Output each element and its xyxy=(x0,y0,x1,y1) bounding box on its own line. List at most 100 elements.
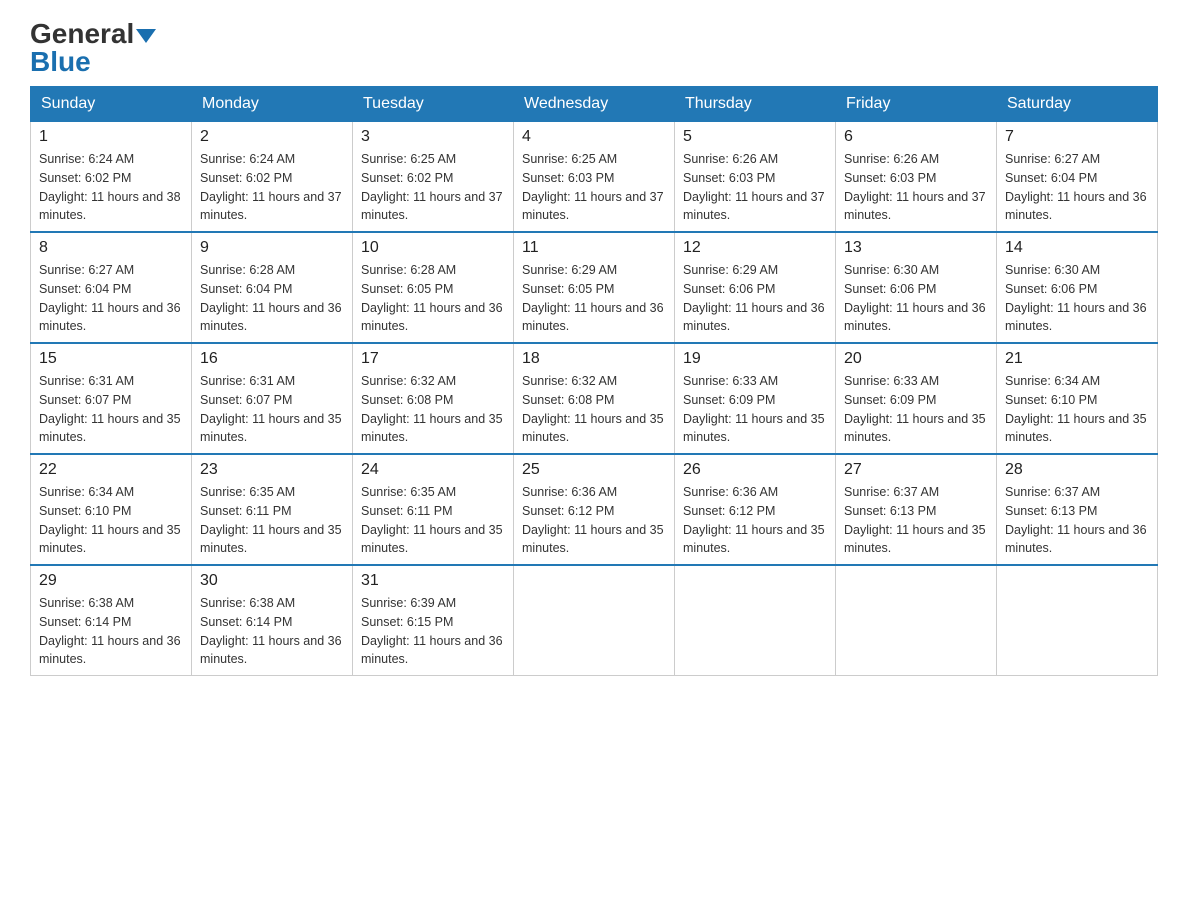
day-info: Sunrise: 6:27 AMSunset: 6:04 PMDaylight:… xyxy=(1005,150,1149,225)
calendar-cell: 28 Sunrise: 6:37 AMSunset: 6:13 PMDaylig… xyxy=(997,454,1158,565)
day-info: Sunrise: 6:38 AMSunset: 6:14 PMDaylight:… xyxy=(200,594,344,669)
day-info: Sunrise: 6:33 AMSunset: 6:09 PMDaylight:… xyxy=(844,372,988,447)
page-header: General Blue xyxy=(30,20,1158,76)
col-header-monday: Monday xyxy=(192,87,353,122)
day-info: Sunrise: 6:27 AMSunset: 6:04 PMDaylight:… xyxy=(39,261,183,336)
day-number: 8 xyxy=(39,239,183,257)
day-number: 7 xyxy=(1005,128,1149,146)
logo-general: General xyxy=(30,20,156,48)
calendar-cell: 26 Sunrise: 6:36 AMSunset: 6:12 PMDaylig… xyxy=(675,454,836,565)
logo-blue: Blue xyxy=(30,48,91,76)
calendar-cell: 24 Sunrise: 6:35 AMSunset: 6:11 PMDaylig… xyxy=(353,454,514,565)
calendar-cell: 15 Sunrise: 6:31 AMSunset: 6:07 PMDaylig… xyxy=(31,343,192,454)
day-number: 11 xyxy=(522,239,666,257)
day-number: 21 xyxy=(1005,350,1149,368)
day-info: Sunrise: 6:31 AMSunset: 6:07 PMDaylight:… xyxy=(39,372,183,447)
day-info: Sunrise: 6:33 AMSunset: 6:09 PMDaylight:… xyxy=(683,372,827,447)
header-row: SundayMondayTuesdayWednesdayThursdayFrid… xyxy=(31,87,1158,122)
calendar-cell: 8 Sunrise: 6:27 AMSunset: 6:04 PMDayligh… xyxy=(31,232,192,343)
day-number: 18 xyxy=(522,350,666,368)
col-header-saturday: Saturday xyxy=(997,87,1158,122)
day-number: 20 xyxy=(844,350,988,368)
day-number: 6 xyxy=(844,128,988,146)
day-info: Sunrise: 6:37 AMSunset: 6:13 PMDaylight:… xyxy=(844,483,988,558)
calendar-cell xyxy=(836,565,997,676)
calendar-cell xyxy=(514,565,675,676)
day-number: 14 xyxy=(1005,239,1149,257)
day-number: 23 xyxy=(200,461,344,479)
day-number: 1 xyxy=(39,128,183,146)
week-row-1: 1 Sunrise: 6:24 AMSunset: 6:02 PMDayligh… xyxy=(31,122,1158,233)
calendar-cell: 30 Sunrise: 6:38 AMSunset: 6:14 PMDaylig… xyxy=(192,565,353,676)
calendar-cell: 19 Sunrise: 6:33 AMSunset: 6:09 PMDaylig… xyxy=(675,343,836,454)
day-number: 17 xyxy=(361,350,505,368)
col-header-friday: Friday xyxy=(836,87,997,122)
col-header-wednesday: Wednesday xyxy=(514,87,675,122)
day-info: Sunrise: 6:39 AMSunset: 6:15 PMDaylight:… xyxy=(361,594,505,669)
calendar-cell: 17 Sunrise: 6:32 AMSunset: 6:08 PMDaylig… xyxy=(353,343,514,454)
day-info: Sunrise: 6:29 AMSunset: 6:06 PMDaylight:… xyxy=(683,261,827,336)
calendar-cell: 16 Sunrise: 6:31 AMSunset: 6:07 PMDaylig… xyxy=(192,343,353,454)
day-number: 2 xyxy=(200,128,344,146)
day-number: 25 xyxy=(522,461,666,479)
day-number: 19 xyxy=(683,350,827,368)
day-info: Sunrise: 6:30 AMSunset: 6:06 PMDaylight:… xyxy=(844,261,988,336)
day-number: 30 xyxy=(200,572,344,590)
day-info: Sunrise: 6:36 AMSunset: 6:12 PMDaylight:… xyxy=(683,483,827,558)
calendar-cell: 18 Sunrise: 6:32 AMSunset: 6:08 PMDaylig… xyxy=(514,343,675,454)
day-number: 31 xyxy=(361,572,505,590)
day-info: Sunrise: 6:29 AMSunset: 6:05 PMDaylight:… xyxy=(522,261,666,336)
day-number: 5 xyxy=(683,128,827,146)
calendar-cell: 3 Sunrise: 6:25 AMSunset: 6:02 PMDayligh… xyxy=(353,122,514,233)
calendar-cell: 1 Sunrise: 6:24 AMSunset: 6:02 PMDayligh… xyxy=(31,122,192,233)
day-info: Sunrise: 6:32 AMSunset: 6:08 PMDaylight:… xyxy=(361,372,505,447)
day-info: Sunrise: 6:25 AMSunset: 6:03 PMDaylight:… xyxy=(522,150,666,225)
day-number: 27 xyxy=(844,461,988,479)
calendar-cell: 13 Sunrise: 6:30 AMSunset: 6:06 PMDaylig… xyxy=(836,232,997,343)
col-header-thursday: Thursday xyxy=(675,87,836,122)
day-info: Sunrise: 6:28 AMSunset: 6:05 PMDaylight:… xyxy=(361,261,505,336)
calendar-cell xyxy=(997,565,1158,676)
calendar-cell: 20 Sunrise: 6:33 AMSunset: 6:09 PMDaylig… xyxy=(836,343,997,454)
calendar-cell: 21 Sunrise: 6:34 AMSunset: 6:10 PMDaylig… xyxy=(997,343,1158,454)
calendar-cell: 5 Sunrise: 6:26 AMSunset: 6:03 PMDayligh… xyxy=(675,122,836,233)
day-number: 16 xyxy=(200,350,344,368)
day-info: Sunrise: 6:37 AMSunset: 6:13 PMDaylight:… xyxy=(1005,483,1149,558)
day-number: 26 xyxy=(683,461,827,479)
col-header-sunday: Sunday xyxy=(31,87,192,122)
day-number: 13 xyxy=(844,239,988,257)
day-info: Sunrise: 6:24 AMSunset: 6:02 PMDaylight:… xyxy=(39,150,183,225)
day-number: 28 xyxy=(1005,461,1149,479)
calendar-cell: 2 Sunrise: 6:24 AMSunset: 6:02 PMDayligh… xyxy=(192,122,353,233)
week-row-5: 29 Sunrise: 6:38 AMSunset: 6:14 PMDaylig… xyxy=(31,565,1158,676)
day-info: Sunrise: 6:32 AMSunset: 6:08 PMDaylight:… xyxy=(522,372,666,447)
calendar-cell: 10 Sunrise: 6:28 AMSunset: 6:05 PMDaylig… xyxy=(353,232,514,343)
week-row-3: 15 Sunrise: 6:31 AMSunset: 6:07 PMDaylig… xyxy=(31,343,1158,454)
calendar-cell: 6 Sunrise: 6:26 AMSunset: 6:03 PMDayligh… xyxy=(836,122,997,233)
calendar-cell xyxy=(675,565,836,676)
calendar-cell: 11 Sunrise: 6:29 AMSunset: 6:05 PMDaylig… xyxy=(514,232,675,343)
day-number: 24 xyxy=(361,461,505,479)
col-header-tuesday: Tuesday xyxy=(353,87,514,122)
calendar-cell: 7 Sunrise: 6:27 AMSunset: 6:04 PMDayligh… xyxy=(997,122,1158,233)
calendar-cell: 25 Sunrise: 6:36 AMSunset: 6:12 PMDaylig… xyxy=(514,454,675,565)
day-number: 22 xyxy=(39,461,183,479)
day-number: 15 xyxy=(39,350,183,368)
day-info: Sunrise: 6:34 AMSunset: 6:10 PMDaylight:… xyxy=(39,483,183,558)
day-info: Sunrise: 6:38 AMSunset: 6:14 PMDaylight:… xyxy=(39,594,183,669)
day-number: 9 xyxy=(200,239,344,257)
calendar-cell: 29 Sunrise: 6:38 AMSunset: 6:14 PMDaylig… xyxy=(31,565,192,676)
week-row-2: 8 Sunrise: 6:27 AMSunset: 6:04 PMDayligh… xyxy=(31,232,1158,343)
day-info: Sunrise: 6:26 AMSunset: 6:03 PMDaylight:… xyxy=(844,150,988,225)
day-number: 4 xyxy=(522,128,666,146)
week-row-4: 22 Sunrise: 6:34 AMSunset: 6:10 PMDaylig… xyxy=(31,454,1158,565)
calendar-cell: 22 Sunrise: 6:34 AMSunset: 6:10 PMDaylig… xyxy=(31,454,192,565)
day-info: Sunrise: 6:26 AMSunset: 6:03 PMDaylight:… xyxy=(683,150,827,225)
day-info: Sunrise: 6:36 AMSunset: 6:12 PMDaylight:… xyxy=(522,483,666,558)
day-number: 12 xyxy=(683,239,827,257)
logo: General Blue xyxy=(30,20,156,76)
day-info: Sunrise: 6:25 AMSunset: 6:02 PMDaylight:… xyxy=(361,150,505,225)
day-info: Sunrise: 6:28 AMSunset: 6:04 PMDaylight:… xyxy=(200,261,344,336)
day-info: Sunrise: 6:30 AMSunset: 6:06 PMDaylight:… xyxy=(1005,261,1149,336)
day-info: Sunrise: 6:31 AMSunset: 6:07 PMDaylight:… xyxy=(200,372,344,447)
